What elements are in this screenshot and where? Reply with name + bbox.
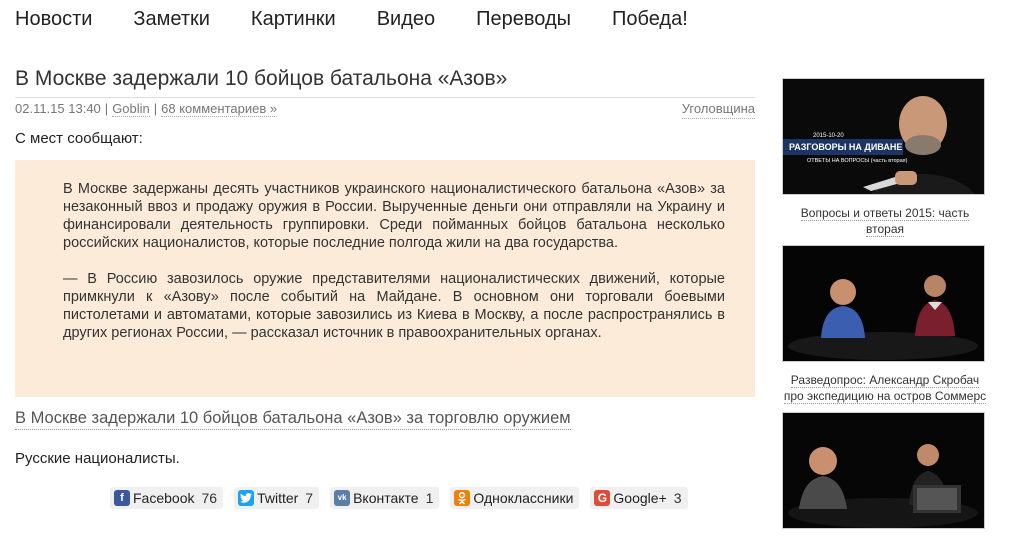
share-count: 1 xyxy=(425,490,434,506)
nav-notes[interactable]: Заметки xyxy=(133,6,210,32)
share-facebook-button[interactable]: f Facebook 76 xyxy=(110,487,224,509)
article-tags: Русские националисты. xyxy=(15,450,180,467)
video-overlay-date: 2015-10-20 xyxy=(813,133,844,139)
nav-video[interactable]: Видео xyxy=(377,6,435,32)
quote-paragraph-1: В Москве задержаны десять участников укр… xyxy=(63,181,725,251)
share-buttons: f Facebook 76 Twitter 7 vk Вконтакте 1 О… xyxy=(110,487,699,509)
twitter-icon xyxy=(238,490,255,506)
google-plus-icon: G xyxy=(594,490,611,506)
video-sidebar: 2015-10-20 РАЗГОВОРЫ НА ДИВАНЕ ОТВЕТЫ НА… xyxy=(782,78,988,539)
video-caption[interactable]: Разведопрос: Александр Скробач про экспе… xyxy=(782,372,988,404)
share-count: 76 xyxy=(201,490,218,506)
video-thumbnail[interactable] xyxy=(782,245,985,362)
share-label: Facebook xyxy=(133,490,195,506)
nav-translations[interactable]: Переводы xyxy=(476,6,571,32)
article-meta: 02.11.15 13:40 | Goblin | 68 комментариев » … xyxy=(15,97,755,119)
comments-link[interactable]: 68 комментариев » xyxy=(161,101,278,117)
share-label: Twitter xyxy=(257,490,299,506)
video-thumbnail[interactable]: 2015-10-20 РАЗГОВОРЫ НА ДИВАНЕ ОТВЕТЫ НА… xyxy=(782,78,985,195)
source-link[interactable]: В Москве задержали 10 бойцов батальона «… xyxy=(15,407,571,430)
video-caption[interactable]: Вопросы и ответы 2015: часть вторая xyxy=(782,205,988,237)
article-title: В Москве задержали 10 бойцов батальона «… xyxy=(15,67,508,90)
category-link[interactable]: Уголовщина xyxy=(681,101,755,119)
article-intro: С мест сообщают: xyxy=(15,130,143,147)
quote-paragraph-2: — В Россию завозилось оружие представите… xyxy=(63,271,725,341)
odnoklassniki-icon xyxy=(454,490,471,506)
video-caption-text[interactable]: Вопросы и ответы 2015: часть вторая xyxy=(800,206,970,237)
video-item[interactable]: Разведопрос: Александр Скробач про экспе… xyxy=(782,245,988,404)
share-vkontakte-button[interactable]: vk Вконтакте 1 xyxy=(330,487,440,509)
share-label: Вконтакте xyxy=(353,490,419,506)
share-odnoklassniki-button[interactable]: Одноклассники xyxy=(450,487,580,509)
nav-news[interactable]: Новости xyxy=(15,6,92,32)
video-item[interactable]: 2015-10-20 РАЗГОВОРЫ НА ДИВАНЕ ОТВЕТЫ НА… xyxy=(782,78,988,237)
share-count: 3 xyxy=(673,490,682,506)
vk-icon: vk xyxy=(334,490,351,506)
video-overlay-subtitle: ОТВЕТЫ НА ВОПРОСЫ (часть вторая) xyxy=(807,158,908,164)
share-label: Google+ xyxy=(613,490,667,506)
share-googleplus-button[interactable]: G Google+ 3 xyxy=(590,487,688,509)
share-twitter-button[interactable]: Twitter 7 xyxy=(234,487,320,509)
nav-pictures[interactable]: Картинки xyxy=(251,6,336,32)
facebook-icon: f xyxy=(114,490,130,506)
video-thumbnail[interactable] xyxy=(782,412,985,529)
article-quote: В Москве задержаны десять участников укр… xyxy=(15,160,755,397)
share-count: 7 xyxy=(305,490,314,506)
video-item[interactable] xyxy=(782,412,988,529)
nav-victory[interactable]: Победа! xyxy=(612,6,688,32)
article-datetime: 02.11.15 13:40 xyxy=(15,101,101,116)
article: В Москве задержали 10 бойцов батальона «… xyxy=(15,65,755,467)
video-caption-text[interactable]: Разведопрос: Александр Скробач про экспе… xyxy=(783,373,987,404)
share-label: Одноклассники xyxy=(473,490,574,506)
author-link[interactable]: Goblin xyxy=(112,101,150,117)
top-navigation: Новости Заметки Картинки Видео Переводы … xyxy=(15,6,729,32)
video-overlay-title: РАЗГОВОРЫ НА ДИВАНЕ xyxy=(789,142,902,152)
